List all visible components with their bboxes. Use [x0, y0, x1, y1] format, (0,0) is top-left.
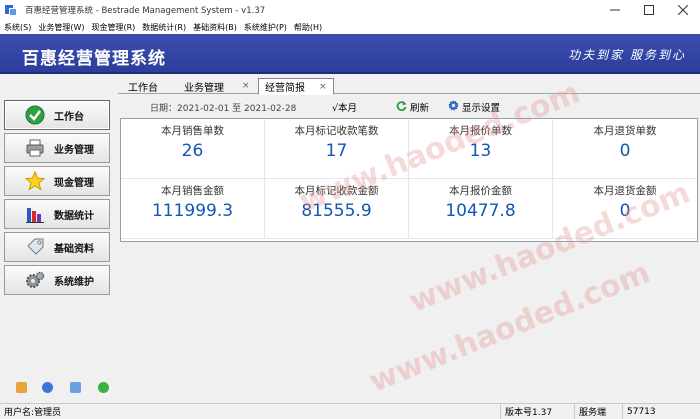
menu-maintenance[interactable]: 系统维护(P) — [244, 22, 287, 33]
stat-cell: 本月退货单数 0 — [553, 119, 697, 179]
display-settings-icon — [448, 100, 459, 114]
status-version: 版本号1.37 — [500, 404, 570, 419]
stat-cell: 本月销售金额 111999.3 — [121, 179, 265, 239]
date-range-label: 日期：2021-02-01 至 2021-02-28 — [150, 104, 297, 114]
minimize-icon — [610, 9, 620, 11]
sidebar-item-cash[interactable]: 现金管理 — [4, 166, 110, 196]
header-banner: 百惠经营管理系统 功夫到家 服务到心 — [0, 34, 700, 74]
tab-close-icon[interactable]: × — [319, 82, 327, 92]
stat-value: 26 — [181, 141, 204, 161]
maximize-icon — [644, 5, 654, 15]
stat-cell: 本月销售单数 26 — [121, 119, 265, 179]
display-settings-button[interactable]: 显示设置 — [448, 100, 500, 114]
stat-value: 0 — [619, 141, 631, 161]
stat-value: 111999.3 — [151, 201, 234, 221]
bar-chart-icon — [25, 204, 45, 224]
stat-value: 0 — [619, 201, 631, 221]
gear-icon — [25, 270, 45, 290]
window-title: 百惠经营管理系统 - Bestrade Management System - … — [25, 6, 266, 16]
refresh-circle-icon[interactable] — [98, 382, 109, 393]
stats-panel: 本月销售单数 26 本月标记收款笔数 17 本月报价单数 13 本月退货单数 0… — [120, 118, 698, 242]
menu-business[interactable]: 业务管理(W) — [38, 22, 84, 33]
stat-cell: 本月标记收款金额 81555.9 — [265, 179, 409, 239]
tab-close-icon[interactable]: × — [242, 81, 250, 91]
stat-label: 本月报价金额 — [449, 185, 512, 197]
refresh-label: 刷新 — [410, 103, 430, 114]
app-window: 百惠经营管理系统 - Bestrade Management System - … — [0, 0, 700, 419]
stat-label: 本月标记收款笔数 — [294, 125, 379, 137]
watermark: www.haoded.com — [364, 255, 655, 400]
stat-value: 17 — [325, 141, 348, 161]
this-month-label: √本月 — [332, 103, 358, 114]
menu-cash[interactable]: 现金管理(R) — [91, 22, 135, 33]
menu-basic-data[interactable]: 基础资料(B) — [193, 22, 237, 33]
tag-icon — [25, 237, 45, 257]
stat-label: 本月销售金额 — [161, 185, 224, 197]
menu-help[interactable]: 帮助(H) — [294, 22, 322, 33]
close-icon — [678, 5, 688, 15]
display-settings-label: 显示设置 — [462, 103, 501, 114]
stat-cell: 本月报价金额 10477.8 — [409, 179, 553, 239]
sidebar-item-label: 业务管理 — [54, 144, 94, 156]
stat-label: 本月退货金额 — [593, 185, 657, 197]
status-user: 用户名:管理员 — [4, 408, 62, 418]
sidebar-item-workbench[interactable]: 工作台 — [4, 100, 110, 130]
sidebar-item-label: 工作台 — [54, 111, 84, 123]
stat-cell: 本月退货金额 0 — [553, 179, 697, 239]
app-icon — [5, 4, 17, 16]
refresh-icon — [396, 100, 407, 114]
toolbar: 日期：2021-02-01 至 2021-02-28 √本月 刷新 显示设置 — [118, 98, 700, 116]
maximize-button[interactable] — [632, 0, 666, 20]
stat-cell: 本月报价单数 13 — [409, 119, 553, 179]
tab-label: 业务管理 — [184, 82, 224, 94]
status-bar: 用户名:管理员 版本号1.37 服务端 57713 — [0, 403, 700, 419]
stat-label: 本月报价单数 — [449, 125, 512, 137]
tab-label: 工作台 — [128, 82, 158, 94]
sidebar-item-label: 现金管理 — [54, 177, 94, 189]
quick-icons — [0, 382, 114, 396]
sidebar-item-label: 基础资料 — [54, 243, 94, 255]
minimize-button[interactable] — [598, 0, 632, 20]
banner-title: 百惠经营管理系统 — [22, 49, 166, 69]
stat-value: 81555.9 — [301, 201, 372, 221]
title-bar: 百惠经营管理系统 - Bestrade Management System - … — [0, 0, 700, 20]
banner-slogan: 功夫到家 服务到心 — [568, 48, 686, 62]
tab-label: 经营简报 — [265, 83, 305, 94]
stat-value: 10477.8 — [445, 201, 516, 221]
sidebar-item-label: 数据统计 — [54, 210, 94, 222]
menu-statistics[interactable]: 数据统计(R) — [142, 22, 186, 33]
sidebar-item-basic-data[interactable]: 基础资料 — [4, 232, 110, 262]
stat-cell: 本月标记收款笔数 17 — [265, 119, 409, 179]
sidebar: 工作台 业务管理 现金管理 数据统计 基础资料 系统维护 — [0, 94, 114, 400]
tab-bar: 工作台 业务管理 × 经营简报 × — [118, 76, 700, 95]
status-server-label: 服务端 — [574, 404, 622, 419]
stat-value: 13 — [469, 141, 492, 161]
printer-icon — [25, 138, 45, 158]
close-button[interactable] — [666, 0, 700, 20]
menu-bar: 系统(S) 业务管理(W) 现金管理(R) 数据统计(R) 基础资料(B) 系统… — [0, 20, 700, 34]
stat-label: 本月标记收款金额 — [294, 185, 379, 197]
check-circle-icon — [25, 105, 45, 125]
sidebar-item-business[interactable]: 业务管理 — [4, 133, 110, 163]
sidebar-item-label: 系统维护 — [54, 276, 94, 288]
stat-label: 本月退货单数 — [593, 125, 657, 137]
stat-label: 本月销售单数 — [161, 125, 224, 137]
tab-business-brief[interactable]: 经营简报 × — [258, 78, 334, 95]
sidebar-item-maintenance[interactable]: 系统维护 — [4, 265, 110, 295]
menu-system[interactable]: 系统(S) — [4, 22, 31, 33]
refresh-button[interactable]: 刷新 — [396, 100, 429, 114]
status-server-value: 57713 — [622, 404, 700, 419]
tab-business[interactable]: 业务管理 × — [184, 78, 250, 94]
clock-icon[interactable] — [42, 382, 53, 393]
tab-workbench[interactable]: 工作台 — [128, 78, 158, 94]
window-icon[interactable] — [70, 382, 81, 393]
star-icon — [25, 171, 45, 191]
this-month-button[interactable]: √本月 — [332, 100, 357, 114]
sidebar-item-statistics[interactable]: 数据统计 — [4, 199, 110, 229]
folder-icon[interactable] — [16, 382, 27, 393]
